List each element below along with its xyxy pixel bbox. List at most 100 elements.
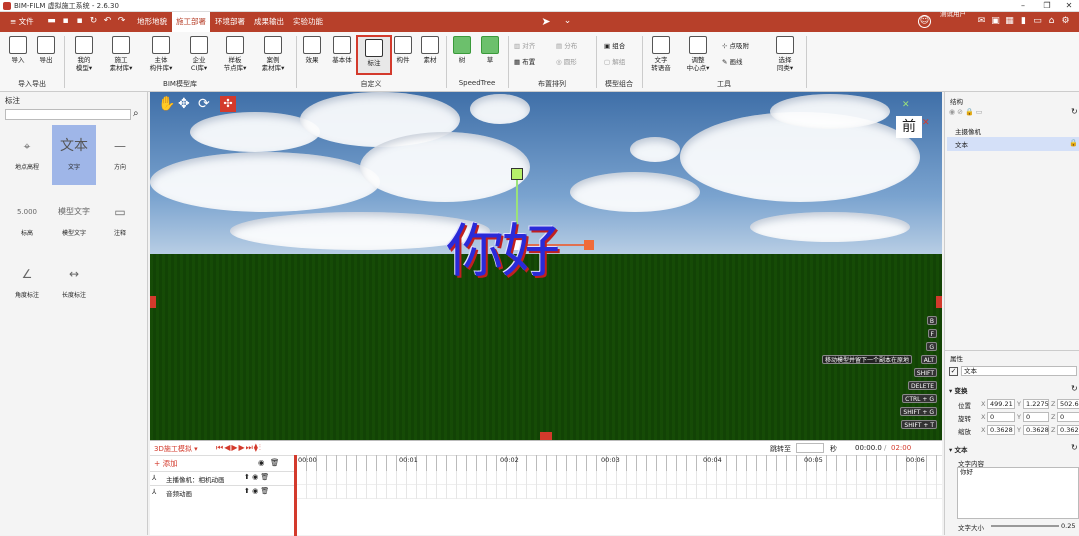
left-collapse-handle[interactable]: [150, 296, 156, 308]
jump-time-input[interactable]: [796, 443, 824, 453]
track-row[interactable]: ⅄ 主播像机：相机动画: [150, 471, 294, 485]
track-controls[interactable]: ⬆ ◉ 🗑: [244, 487, 269, 495]
rotation-x-input[interactable]: 0: [987, 412, 1015, 422]
ci-lib-button[interactable]: 企业 CI库▾: [183, 36, 215, 72]
menu-output[interactable]: 成果输出: [250, 12, 288, 32]
tool-direction[interactable]: — 方向: [100, 134, 140, 171]
tree-item-camera[interactable]: 主摄像机: [955, 126, 981, 136]
visibility-icon[interactable]: ◉: [258, 458, 265, 467]
undo-icon[interactable]: ↶: [102, 16, 113, 27]
text-section[interactable]: ▾ 文本: [949, 444, 968, 454]
eye-icon[interactable]: ◉: [949, 108, 957, 116]
playback-controls[interactable]: ⏮◀▶▶⏭⧫⫶: [216, 443, 262, 453]
font-size-value[interactable]: 0.25: [1061, 522, 1075, 530]
export-button[interactable]: 导出: [34, 36, 58, 64]
sim-mode-select[interactable]: 3D施工模拟 ▾: [154, 444, 198, 454]
play-icon[interactable]: ➤: [538, 16, 554, 27]
snap-button[interactable]: ⊹ 点吸附: [722, 42, 749, 51]
text-to-speech-button[interactable]: 文字 转语音: [646, 36, 676, 72]
user-name[interactable]: 测试用户: [936, 10, 970, 30]
gizmo-y-handle[interactable]: [511, 168, 523, 180]
tree-button[interactable]: 树: [450, 36, 474, 64]
redo-icon[interactable]: ↷: [116, 16, 127, 27]
refresh-icon[interactable]: ↻: [1071, 107, 1078, 116]
effect-button[interactable]: 效果: [300, 36, 324, 64]
transform-section[interactable]: ▾ 变换: [949, 385, 968, 395]
right-collapse-handle[interactable]: [936, 296, 942, 308]
hide-icon[interactable]: ⊘: [957, 108, 965, 116]
text-content-textarea[interactable]: 你好: [957, 467, 1079, 519]
user-avatar-icon[interactable]: ☺: [918, 15, 931, 28]
tool-comment[interactable]: ▭ 注释: [100, 200, 140, 237]
rotate-icon[interactable]: ⟳: [198, 96, 210, 112]
tool-elevation[interactable]: 5.000 标高: [7, 200, 47, 237]
history-icon[interactable]: ↻: [88, 16, 99, 27]
grass-button[interactable]: 草: [478, 36, 502, 64]
view-close-icon[interactable]: ✕: [922, 118, 930, 128]
close-window-button[interactable]: ✕: [1058, 0, 1079, 12]
hand-icon[interactable]: ✋: [158, 96, 175, 112]
playhead[interactable]: [294, 455, 297, 536]
track-controls[interactable]: ⬆ ◉ 🗑: [244, 473, 269, 481]
comment-icon[interactable]: ▣: [990, 16, 1001, 27]
gizmo-x-handle[interactable]: [584, 240, 594, 250]
move-icon[interactable]: ✥: [178, 96, 190, 112]
scale-x-input[interactable]: 0.3628: [987, 425, 1015, 435]
bottom-collapse-handle[interactable]: [540, 432, 552, 440]
structure-toolbar[interactable]: ◉⊘🔒▭: [949, 108, 984, 116]
draw-line-button[interactable]: ✎ 画线: [722, 58, 743, 67]
menu-file[interactable]: ≡ 文件: [6, 12, 38, 32]
folder-icon[interactable]: ▭: [976, 108, 985, 116]
device-icon[interactable]: ▮: [1018, 16, 1029, 27]
import-button[interactable]: 导入: [6, 36, 30, 64]
tool-text[interactable]: 文本 文字: [52, 125, 96, 185]
position-y-input[interactable]: 1.2275: [1023, 399, 1049, 409]
primitive-button[interactable]: 基本体: [328, 36, 356, 64]
annotation-button[interactable]: 标注: [356, 35, 392, 75]
settings-gear-icon[interactable]: ⚙: [1060, 16, 1071, 27]
case-lib-button[interactable]: 案例 素材库▾: [256, 36, 290, 72]
trash-icon[interactable]: 🗑: [270, 458, 280, 467]
node-lib-button[interactable]: 样板 节点库▾: [218, 36, 252, 72]
search-input[interactable]: [5, 109, 131, 120]
circle-layout-button[interactable]: ◎ 圆形: [556, 58, 577, 67]
screen-icon[interactable]: ▭: [1032, 16, 1043, 27]
menu-terrain[interactable]: 地形地貌: [133, 12, 171, 32]
rotation-y-input[interactable]: 0: [1023, 412, 1049, 422]
distribute-button[interactable]: ▤ 分布: [556, 42, 577, 51]
skip-start-icon[interactable]: ⏮: [216, 443, 224, 452]
tool-angle[interactable]: ∠ 角度标注: [7, 262, 47, 299]
save-as-icon[interactable]: ▪: [74, 16, 85, 27]
scale-z-input[interactable]: 0.3628: [1057, 425, 1079, 435]
component-lib-button[interactable]: 主体 构件库▾: [143, 36, 179, 72]
scale-icon[interactable]: ✣: [220, 96, 236, 112]
tree-item-text[interactable]: 文本: [955, 139, 968, 149]
restore-button[interactable]: ❐: [1036, 0, 1058, 12]
asset-button[interactable]: 素材: [418, 36, 442, 64]
lock-icon[interactable]: 🔒: [1069, 139, 1078, 147]
minimize-button[interactable]: –: [1012, 0, 1034, 12]
menu-experimental[interactable]: 实验功能: [289, 12, 327, 32]
lock-icon[interactable]: 🔒: [965, 108, 976, 116]
play-icon[interactable]: ▶: [231, 443, 238, 452]
group-button[interactable]: ▣ 组合: [604, 42, 625, 51]
3d-text-object[interactable]: 你好: [446, 204, 560, 288]
search-icon[interactable]: ⌕: [133, 108, 139, 119]
rotation-z-input[interactable]: 0: [1057, 412, 1079, 422]
align-button[interactable]: ▥ 对齐: [514, 42, 535, 51]
my-model-button[interactable]: 我的 模型▾: [68, 36, 100, 72]
snap-icon[interactable]: ⫶: [259, 443, 262, 452]
tool-length[interactable]: ↔ 长度标注: [54, 262, 94, 299]
visible-checkbox[interactable]: ✓: [949, 367, 958, 376]
skip-end-icon[interactable]: ⏭: [246, 443, 254, 452]
add-track-button[interactable]: + 添加: [154, 458, 178, 469]
menu-environment[interactable]: 环境部署: [211, 12, 249, 32]
menu-construction[interactable]: 施工部署: [172, 12, 210, 32]
mail-icon[interactable]: ✉: [976, 16, 987, 27]
center-point-button[interactable]: 调整 中心点▾: [682, 36, 714, 72]
open-folder-icon[interactable]: ▬: [46, 16, 57, 27]
reset-transform-icon[interactable]: ↻: [1071, 384, 1078, 393]
select-similar-button[interactable]: 选择 同类▾: [770, 36, 800, 72]
home-icon[interactable]: ⌂: [1046, 16, 1057, 27]
position-z-input[interactable]: 502.63: [1057, 399, 1079, 409]
